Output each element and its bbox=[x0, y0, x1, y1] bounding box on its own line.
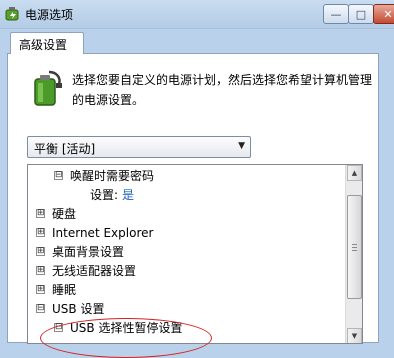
expand-icon[interactable]: ⊞ bbox=[36, 285, 45, 294]
chevron-down-icon: ▼ bbox=[238, 141, 245, 151]
expand-icon[interactable]: ⊞ bbox=[36, 209, 45, 218]
arrow-up-icon: ▲ bbox=[351, 169, 358, 177]
vertical-scrollbar[interactable]: ▲ ▼ bbox=[345, 165, 362, 343]
maximize-icon: □ bbox=[355, 7, 367, 21]
window-title: 电源选项 bbox=[25, 8, 74, 22]
minimize-button[interactable]: — bbox=[323, 4, 349, 24]
title-bar: 电源选项 — □ ✕ bbox=[0, 0, 394, 29]
battery-power-icon bbox=[34, 70, 62, 106]
maximize-button[interactable]: □ bbox=[348, 4, 374, 24]
power-plan-select[interactable]: 平衡 [活动] ▼ bbox=[27, 136, 251, 158]
scroll-down-button[interactable]: ▼ bbox=[347, 328, 362, 343]
power-options-icon bbox=[5, 7, 19, 21]
scroll-up-button[interactable]: ▲ bbox=[347, 165, 362, 181]
expand-icon[interactable]: ⊞ bbox=[36, 247, 45, 256]
power-plan-value: 平衡 [活动] bbox=[34, 142, 96, 156]
description-text: 选择您要自定义的电源计划，然后选择您希望计算机管理的电源设置。 bbox=[72, 73, 373, 107]
collapse-icon[interactable]: ⊟ bbox=[54, 171, 63, 180]
scrollbar-thumb[interactable] bbox=[347, 195, 362, 299]
settings-tree[interactable]: ⊟ 唤醒时需要密码 设置: 是 ⊞ 硬盘 ⊞ Internet Explorer… bbox=[27, 164, 363, 344]
minimize-icon: — bbox=[330, 7, 342, 21]
tab-advanced-settings[interactable]: 高级设置 bbox=[10, 32, 84, 54]
close-icon: ✕ bbox=[383, 7, 393, 21]
collapse-icon[interactable]: ⊟ bbox=[54, 323, 63, 332]
tab-label: 高级设置 bbox=[19, 38, 68, 52]
arrow-down-icon: ▼ bbox=[351, 332, 358, 340]
expand-icon[interactable]: ⊞ bbox=[36, 228, 45, 237]
collapse-icon[interactable]: ⊟ bbox=[36, 304, 45, 313]
close-button[interactable]: ✕ bbox=[373, 4, 394, 24]
setting-value-link[interactable]: 是 bbox=[122, 186, 134, 205]
expand-icon[interactable]: ⊞ bbox=[36, 266, 45, 275]
